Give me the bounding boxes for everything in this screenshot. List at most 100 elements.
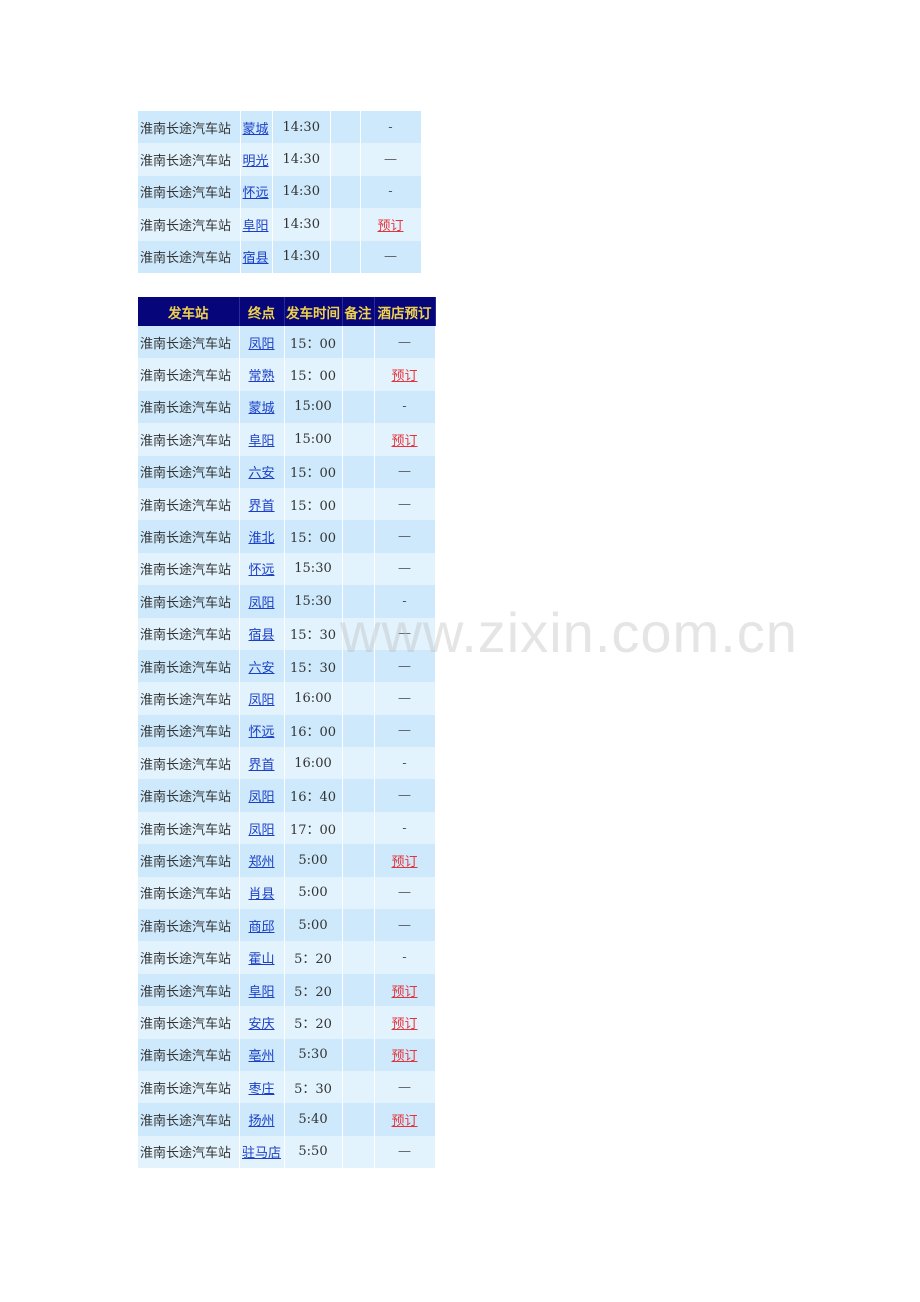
destination-link[interactable]: 怀远 xyxy=(248,725,274,740)
table-row: 淮南长途汽车站 阜阳 5：20 预订 xyxy=(138,973,436,1007)
remark-cell xyxy=(342,973,375,1007)
destination-link[interactable]: 扬州 xyxy=(248,1114,274,1129)
hotel-booking-cell: — xyxy=(374,649,436,683)
table-row: 淮南长途汽车站 界首 15：00 — xyxy=(138,487,436,521)
destination-link[interactable]: 肖县 xyxy=(248,887,274,902)
table-row: 淮南长途汽车站 安庆 5：20 预订 xyxy=(138,1006,436,1039)
destination-link[interactable]: 怀远 xyxy=(243,186,269,201)
destination-link[interactable]: 阜阳 xyxy=(248,434,274,449)
destination-link[interactable]: 蒙城 xyxy=(248,401,274,416)
destination-cell: 怀远 xyxy=(239,714,285,748)
hotel-booking-link[interactable]: 预订 xyxy=(391,434,417,449)
no-booking-dash: - xyxy=(388,119,393,135)
table-row: 淮南长途汽车站 凤阳 15：00 — xyxy=(138,326,436,359)
destination-link[interactable]: 六安 xyxy=(248,466,274,481)
no-booking-dash: - xyxy=(402,593,407,609)
remark-cell xyxy=(342,876,375,910)
hotel-booking-cell: - xyxy=(374,390,436,424)
hotel-booking-cell: 预订 xyxy=(374,423,436,456)
destination-link[interactable]: 凤阳 xyxy=(248,693,274,708)
station-cell: 淮南长途汽车站 xyxy=(138,682,240,715)
station-cell: 淮南长途汽车站 xyxy=(138,1006,240,1039)
station-cell: 淮南长途汽车站 xyxy=(138,1070,240,1104)
no-booking-dash: — xyxy=(398,917,411,933)
destination-link[interactable]: 凤阳 xyxy=(248,337,274,352)
header-destination: 终点 xyxy=(239,297,285,326)
destination-link[interactable]: 六安 xyxy=(248,661,274,676)
destination-link[interactable]: 郑州 xyxy=(248,855,274,870)
station-cell: 淮南长途汽车站 xyxy=(138,617,240,650)
destination-link[interactable]: 界首 xyxy=(248,758,274,773)
hotel-booking-cell: — xyxy=(374,617,436,650)
table-row: 淮南长途汽车站 蒙城 14:30 - xyxy=(138,111,422,144)
no-booking-dash: — xyxy=(398,561,411,577)
hotel-booking-link[interactable]: 预订 xyxy=(391,855,417,870)
hotel-booking-link[interactable]: 预订 xyxy=(391,369,417,384)
table-row: 淮南长途汽车站 凤阳 17：00 - xyxy=(138,811,436,845)
table-header-row: 发车站 终点 发车时间 备注 酒店预订 xyxy=(138,297,436,326)
hotel-booking-cell: - xyxy=(374,747,436,780)
destination-cell: 安庆 xyxy=(239,1006,285,1039)
destination-link[interactable]: 明光 xyxy=(243,154,269,169)
departure-time-cell: 14:30 xyxy=(272,111,331,144)
station-cell: 淮南长途汽车站 xyxy=(138,1135,240,1169)
departure-time-cell: 17：00 xyxy=(284,811,343,845)
station-cell: 淮南长途汽车站 xyxy=(138,973,240,1007)
hotel-booking-cell: 预订 xyxy=(374,973,436,1007)
destination-link[interactable]: 阜阳 xyxy=(248,985,274,1000)
departure-time-cell: 16:00 xyxy=(284,747,343,780)
remark-cell xyxy=(330,175,361,209)
destination-link[interactable]: 怀远 xyxy=(248,563,274,578)
station-cell: 淮南长途汽车站 xyxy=(138,876,240,910)
destination-link[interactable]: 霍山 xyxy=(248,952,274,967)
destination-link[interactable]: 界首 xyxy=(248,499,274,514)
destination-link[interactable]: 安庆 xyxy=(248,1017,274,1032)
destination-link[interactable]: 蒙城 xyxy=(243,122,269,137)
destination-link[interactable]: 亳州 xyxy=(248,1049,274,1064)
destination-link[interactable]: 宿县 xyxy=(243,251,269,266)
destination-link[interactable]: 宿县 xyxy=(248,628,274,643)
station-cell: 淮南长途汽车站 xyxy=(138,649,240,683)
hotel-booking-link[interactable]: 预订 xyxy=(391,985,417,1000)
destination-link[interactable]: 凤阳 xyxy=(248,823,274,838)
destination-link[interactable]: 淮北 xyxy=(248,531,274,546)
table-row: 淮南长途汽车站 界首 16:00 - xyxy=(138,747,436,780)
remark-cell xyxy=(342,585,375,618)
departure-time-cell: 15：00 xyxy=(284,487,343,521)
hotel-booking-cell: 预订 xyxy=(374,1103,436,1136)
destination-cell: 郑州 xyxy=(239,844,285,877)
destination-link[interactable]: 凤阳 xyxy=(248,790,274,805)
table-row: 淮南长途汽车站 凤阳 15:30 - xyxy=(138,585,436,618)
schedule-table-1: 淮南长途汽车站 蒙城 14:30- 淮南长途汽车站 明光 14:30— 淮南长途汽车站 怀远 1… xyxy=(138,111,422,273)
hotel-booking-link[interactable]: 预订 xyxy=(377,219,403,234)
station-cell: 淮南长途汽车站 xyxy=(138,779,240,812)
remark-cell xyxy=(342,358,375,391)
destination-link[interactable]: 凤阳 xyxy=(248,596,274,611)
destination-link[interactable]: 枣庄 xyxy=(248,1082,274,1097)
destination-cell: 凤阳 xyxy=(239,326,285,359)
departure-time-cell: 15：30 xyxy=(284,649,343,683)
destination-link[interactable]: 商邱 xyxy=(248,920,274,935)
station-cell: 淮南长途汽车站 xyxy=(138,455,240,488)
destination-link[interactable]: 驻马店 xyxy=(242,1146,281,1161)
station-cell: 淮南长途汽车站 xyxy=(138,143,241,176)
destination-cell: 蒙城 xyxy=(239,390,285,424)
table-row: 淮南长途汽车站 六安 15：00 — xyxy=(138,455,436,488)
destination-cell: 凤阳 xyxy=(239,682,285,715)
hotel-booking-cell: - xyxy=(374,811,436,845)
station-cell: 淮南长途汽车站 xyxy=(138,520,240,553)
table-row: 淮南长途汽车站 阜阳 14:30 预订 xyxy=(138,208,422,241)
table-row: 淮南长途汽车站 扬州 5:40 预订 xyxy=(138,1103,436,1136)
hotel-booking-cell: — xyxy=(374,455,436,488)
hotel-booking-link[interactable]: 预订 xyxy=(391,1049,417,1064)
destination-link[interactable]: 常熟 xyxy=(248,369,274,384)
hotel-booking-cell: — xyxy=(374,909,436,942)
hotel-booking-link[interactable]: 预订 xyxy=(391,1017,417,1032)
hotel-booking-cell: — xyxy=(374,876,436,910)
destination-link[interactable]: 阜阳 xyxy=(243,219,269,234)
station-cell: 淮南长途汽车站 xyxy=(138,909,240,942)
hotel-booking-cell: 预订 xyxy=(374,844,436,877)
departure-time-cell: 5：20 xyxy=(284,1006,343,1039)
hotel-booking-link[interactable]: 预订 xyxy=(391,1114,417,1129)
remark-cell xyxy=(342,326,375,359)
